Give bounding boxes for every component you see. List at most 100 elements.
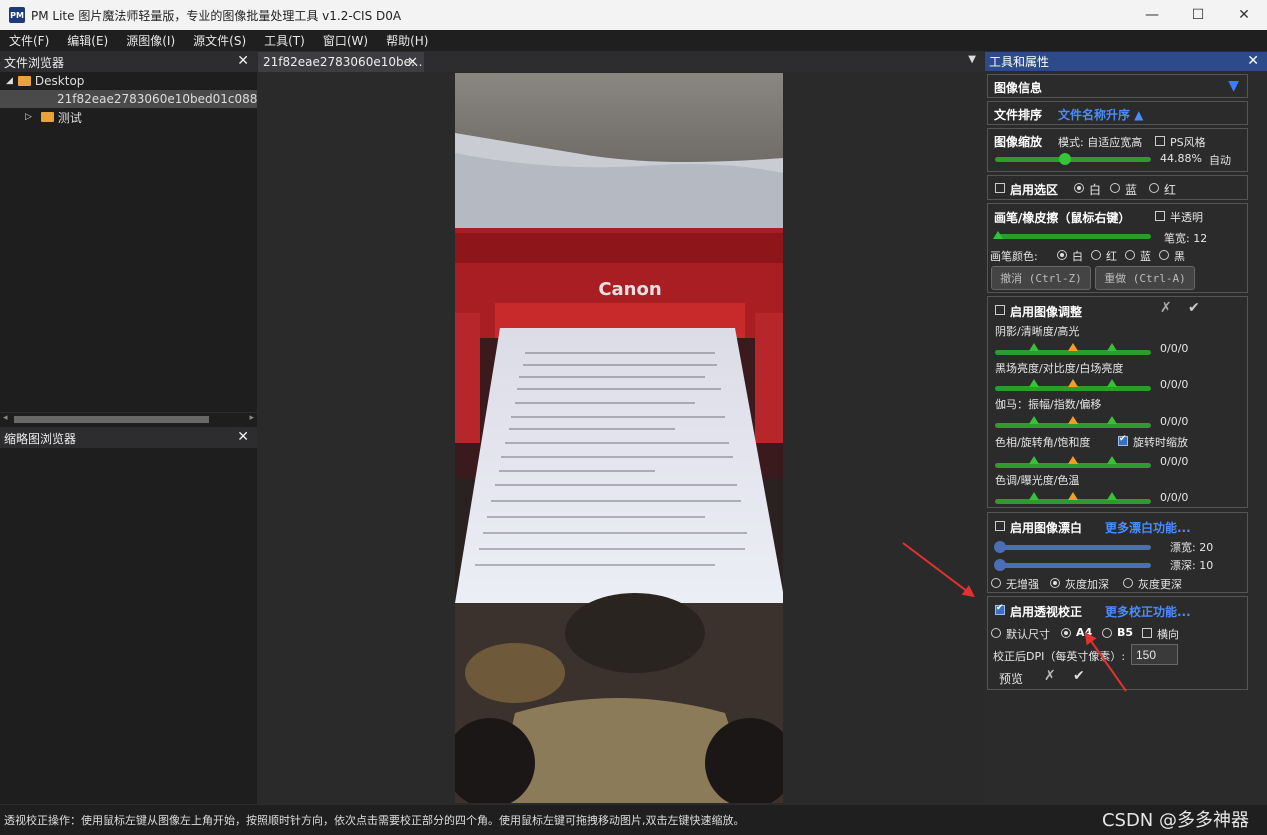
undo-button[interactable]: 撤消 (Ctrl-Z) xyxy=(991,266,1091,290)
perspective-ok-button[interactable]: ✔ xyxy=(1073,668,1085,684)
slider-handle-left[interactable] xyxy=(1029,492,1039,500)
more-whiten-link[interactable]: 更多漂白功能... xyxy=(1105,519,1191,536)
brush-width-slider[interactable] xyxy=(993,231,1151,239)
collapse-arrow-icon[interactable]: ▷ xyxy=(25,112,32,122)
tab-dropdown-icon[interactable]: ▼ xyxy=(968,54,976,65)
minimize-button[interactable]: — xyxy=(1129,0,1175,30)
thumb-browser-close-button[interactable]: ✕ xyxy=(237,429,249,445)
slider-handle-mid[interactable] xyxy=(1068,416,1078,424)
black-contrast-white-slider[interactable] xyxy=(995,379,1151,391)
no-enhance-radio[interactable] xyxy=(991,578,1001,588)
preview-button[interactable]: 预览 xyxy=(999,670,1023,687)
slider-handle-left[interactable] xyxy=(1029,379,1039,387)
brush-red-radio[interactable] xyxy=(1091,250,1101,260)
slider-handle-right[interactable] xyxy=(1107,492,1117,500)
a4-radio[interactable] xyxy=(1061,628,1071,638)
tree-item-desktop[interactable]: ◢ Desktop xyxy=(0,72,257,90)
adjust-row-name: 伽马：振幅/指数/偏移 xyxy=(995,398,1102,411)
tree-item-label: Desktop xyxy=(34,74,85,88)
selection-white-radio[interactable] xyxy=(1074,183,1084,193)
menu-tools[interactable]: 工具(T) xyxy=(255,32,314,49)
menu-edit[interactable]: 编辑(E) xyxy=(58,32,117,49)
enable-selection-checkbox[interactable] xyxy=(995,183,1005,193)
zoom-auto-button[interactable]: 自动 xyxy=(1209,152,1231,168)
zoom-slider[interactable] xyxy=(995,153,1151,165)
tab-image[interactable]: 21f82eae2783060e10be... ✕ xyxy=(258,52,424,72)
adjust-row-name: 色相/旋转角/饱和度 xyxy=(995,436,1091,449)
image-adjust-section: 启用图像调整 ✗ ✔ 阴影/清晰度/高光 0/0/0 黑场亮度/对比度/白场亮度… xyxy=(987,296,1248,508)
scroll-left-icon[interactable]: ◂ xyxy=(3,413,8,423)
properties-close-button[interactable]: ✕ xyxy=(1247,53,1259,69)
adjust-cancel-button[interactable]: ✗ xyxy=(1160,300,1172,316)
image-info-section[interactable]: 图像信息 ▼ xyxy=(987,74,1248,98)
whiten-width-slider[interactable] xyxy=(994,541,1151,553)
rotate-zoom-checkbox[interactable] xyxy=(1118,434,1128,446)
slider-handle-left[interactable] xyxy=(1029,343,1039,351)
gray-deeper-radio[interactable] xyxy=(1123,578,1133,588)
brush-section: 画笔/橡皮擦（鼠标右键） 半透明 笔宽: 12 画笔颜色: 白 红 蓝 黑 撤消… xyxy=(987,203,1248,293)
zoom-percent: 44.88% xyxy=(1160,152,1202,165)
tree-horizontal-scrollbar[interactable]: ◂ ▸ xyxy=(0,413,257,427)
slider-handle-right[interactable] xyxy=(1107,456,1117,464)
slider-handle-right[interactable] xyxy=(1107,343,1117,351)
file-browser-close-button[interactable]: ✕ xyxy=(237,53,249,69)
enable-whiten-checkbox[interactable] xyxy=(995,521,1005,531)
menu-source-file[interactable]: 源文件(S) xyxy=(184,32,255,49)
default-size-radio[interactable] xyxy=(991,628,1001,638)
more-perspective-link[interactable]: 更多校正功能... xyxy=(1105,603,1191,620)
slider-handle-left[interactable] xyxy=(1029,456,1039,464)
whiten-depth-slider[interactable] xyxy=(994,559,1151,571)
image-info-label: 图像信息 xyxy=(994,81,1043,95)
menu-source-image[interactable]: 源图像(I) xyxy=(117,32,184,49)
scroll-right-icon[interactable]: ▸ xyxy=(249,413,254,423)
gray-deepen-radio[interactable] xyxy=(1050,578,1060,588)
enable-adjust-label: 启用图像调整 xyxy=(1010,305,1083,319)
slider-handle-right[interactable] xyxy=(1107,416,1117,424)
redo-button[interactable]: 重做 (Ctrl-A) xyxy=(1095,266,1195,290)
whiten-width-knob[interactable] xyxy=(994,541,1006,553)
zoom-mode-label[interactable]: 模式: 自适应宽高 xyxy=(1058,134,1142,150)
slider-handle-left[interactable] xyxy=(1029,416,1039,424)
scrollbar-thumb[interactable] xyxy=(14,416,209,423)
brush-black-radio[interactable] xyxy=(1159,250,1169,260)
tree-item-test[interactable]: ▷ 测试 xyxy=(0,108,257,126)
adjust-ok-button[interactable]: ✔ xyxy=(1188,300,1200,316)
landscape-checkbox[interactable] xyxy=(1142,628,1152,638)
zoom-slider-knob[interactable] xyxy=(1059,153,1072,165)
tree-item-selected-file[interactable]: 21f82eae2783060e10bed01c08875f5f xyxy=(0,90,289,108)
selection-red-radio[interactable] xyxy=(1149,183,1159,193)
semi-transparent-checkbox[interactable] xyxy=(1155,211,1165,221)
expand-triangle-icon[interactable]: ▼ xyxy=(1228,78,1239,94)
dpi-input[interactable] xyxy=(1131,644,1178,665)
whiten-depth-knob[interactable] xyxy=(994,559,1006,571)
brush-blue-radio[interactable] xyxy=(1125,250,1135,260)
brush-white-radio[interactable] xyxy=(1057,250,1067,260)
brush-width-handle[interactable] xyxy=(993,231,1003,239)
menu-file[interactable]: 文件(F) xyxy=(0,32,58,49)
selection-blue-radio[interactable] xyxy=(1110,183,1120,193)
hue-rotate-saturation-slider[interactable] xyxy=(995,456,1151,468)
photo-canvas[interactable]: Canon xyxy=(455,73,783,803)
slider-handle-mid[interactable] xyxy=(1068,379,1078,387)
slider-handle-right[interactable] xyxy=(1107,379,1117,387)
slider-handle-mid[interactable] xyxy=(1068,343,1078,351)
perspective-cancel-button[interactable]: ✗ xyxy=(1044,668,1056,684)
slider-handle-mid[interactable] xyxy=(1068,456,1078,464)
enable-adjust-checkbox[interactable] xyxy=(995,305,1005,315)
b5-radio[interactable] xyxy=(1102,628,1112,638)
tab-close-button[interactable]: ✕ xyxy=(407,55,418,70)
ps-style-checkbox[interactable] xyxy=(1155,136,1165,146)
tone-exposure-temperature-slider[interactable] xyxy=(995,492,1151,504)
enable-perspective-checkbox[interactable] xyxy=(995,603,1005,615)
shadow-clarity-highlight-slider[interactable] xyxy=(995,343,1151,355)
whiten-section: 启用图像漂白 更多漂白功能... 漂宽: 20 漂深: 10 无增强 灰度加深 … xyxy=(987,512,1248,593)
close-window-button[interactable]: ✕ xyxy=(1221,0,1267,30)
menu-help[interactable]: 帮助(H) xyxy=(377,32,437,49)
slider-handle-mid[interactable] xyxy=(1068,492,1078,500)
menu-window[interactable]: 窗口(W) xyxy=(314,32,377,49)
gamma-slider[interactable] xyxy=(995,416,1151,428)
image-viewer[interactable]: Canon xyxy=(258,72,984,804)
expand-arrow-icon[interactable]: ◢ xyxy=(6,76,13,86)
maximize-button[interactable]: ☐ xyxy=(1175,0,1221,30)
sort-order-button[interactable]: 文件名称升序 ▲ xyxy=(1058,106,1143,123)
